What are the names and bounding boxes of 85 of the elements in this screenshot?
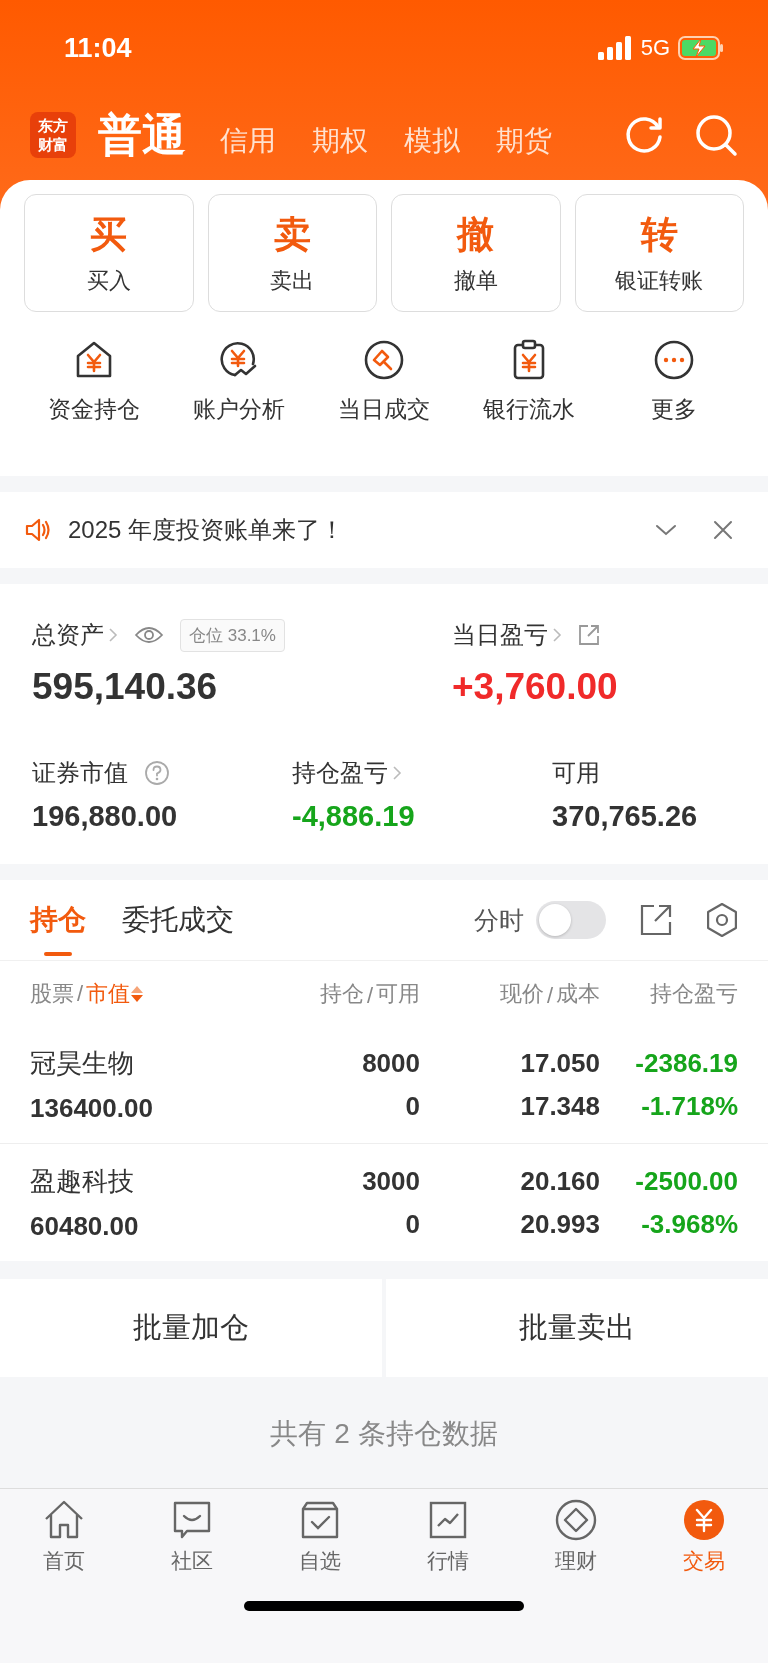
holdings-tab[interactable]: 持仓 xyxy=(30,880,86,960)
table-cell: -2386.19 xyxy=(635,1048,738,1079)
position-badge: 仓位 33.1% xyxy=(180,618,285,652)
tool-label[interactable]: 更多 xyxy=(651,394,697,425)
stock-name: 盈趣科技 xyxy=(30,1164,134,1198)
tool-label[interactable]: 资金持仓 xyxy=(48,394,140,425)
table-cell: -1.718% xyxy=(641,1091,738,1122)
home-icon[interactable] xyxy=(43,1499,85,1541)
search-icon[interactable] xyxy=(694,113,738,157)
action-button[interactable]: 撤 撤单 xyxy=(391,194,561,312)
metric-value: 370,765.26 xyxy=(552,800,698,833)
table-cell: 60480.00 xyxy=(30,1210,139,1242)
chevron-right-icon xyxy=(552,626,562,644)
metric-value: -4,886.19 xyxy=(292,800,416,833)
chevron-right-icon xyxy=(108,626,118,644)
diamond-circle-icon[interactable] xyxy=(555,1499,597,1541)
more-icon[interactable] xyxy=(652,338,696,382)
column-header[interactable]: 成本 xyxy=(556,979,600,1009)
checkbox-icon[interactable] xyxy=(299,1499,341,1541)
stock-name: 冠昊生物 xyxy=(30,1047,134,1080)
table-cell: 3000 xyxy=(362,1165,420,1197)
batch-button[interactable]: 批量卖出 xyxy=(386,1279,768,1377)
table-cell: 8000 xyxy=(362,1048,420,1079)
column-header[interactable]: 市值 xyxy=(86,979,131,1009)
table-cell: 17.050 xyxy=(520,1048,600,1079)
nav-tab[interactable]: 自选 xyxy=(299,1547,341,1575)
daily-pnl-label[interactable]: 当日盈亏 xyxy=(452,619,548,651)
signal-icon xyxy=(596,36,633,60)
table-cell: 20.993 xyxy=(520,1208,600,1240)
battery-icon xyxy=(678,36,724,60)
tool-label[interactable]: 当日成交 xyxy=(338,394,430,425)
sort-icon[interactable] xyxy=(130,984,145,1004)
close-icon[interactable] xyxy=(712,519,734,541)
action-button[interactable]: 卖 卖出 xyxy=(207,194,377,312)
total-assets-label[interactable]: 总资产 xyxy=(32,619,104,651)
gavel-icon[interactable] xyxy=(362,338,406,382)
intraday-toggle[interactable] xyxy=(536,901,606,939)
action-button[interactable]: 买 买入 xyxy=(24,194,194,312)
column-header[interactable]: 现价 xyxy=(499,979,544,1009)
share-icon[interactable] xyxy=(578,624,600,646)
metric-label: 可用 xyxy=(552,758,600,788)
nav-tab[interactable]: 理财 xyxy=(555,1547,597,1575)
app-logo: 东方财富 xyxy=(30,112,76,158)
table-cell: 136400.00 xyxy=(30,1093,153,1124)
table-cell: 17.348 xyxy=(520,1091,600,1122)
batch-button[interactable]: 批量加仓 xyxy=(0,1279,382,1377)
holdings-tab[interactable]: 委托成交 xyxy=(122,880,234,960)
speaker-icon xyxy=(24,516,52,544)
metric-label[interactable]: 持仓盈亏 xyxy=(292,757,388,789)
daily-pnl-value: +3,760.00 xyxy=(452,666,618,708)
settings-icon[interactable] xyxy=(704,902,740,938)
metric-value: 196,880.00 xyxy=(32,800,179,833)
chevron-right-icon xyxy=(392,764,402,782)
account-tab[interactable]: 普通 xyxy=(98,105,186,165)
table-cell: 0 xyxy=(405,1208,420,1240)
line-chart-icon[interactable] xyxy=(427,1499,469,1541)
eye-icon[interactable] xyxy=(134,625,164,645)
table-cell: -2500.00 xyxy=(635,1165,738,1197)
column-header[interactable]: 持仓 xyxy=(319,979,364,1009)
action-button[interactable]: 转 银证转账 xyxy=(574,194,744,312)
column-header[interactable]: 可用 xyxy=(376,979,420,1009)
separator: / xyxy=(366,983,373,1009)
nav-tab[interactable]: 行情 xyxy=(427,1547,469,1575)
intraday-label: 分时 xyxy=(474,904,524,936)
column-header[interactable]: 持仓盈亏 xyxy=(650,979,738,1009)
table-cell: 0 xyxy=(405,1091,420,1122)
nav-tab[interactable]: 社区 xyxy=(171,1547,213,1575)
summary-text: 共有 2 条持仓数据 xyxy=(270,1417,498,1451)
share-icon[interactable] xyxy=(640,904,672,936)
nav-tab[interactable]: 首页 xyxy=(43,1547,85,1575)
tool-label[interactable]: 银行流水 xyxy=(483,394,575,425)
chat-bubble-icon[interactable] xyxy=(171,1499,213,1541)
tool-label[interactable]: 账户分析 xyxy=(193,394,285,425)
table-cell: 20.160 xyxy=(520,1165,600,1197)
metric-label[interactable]: 证券市值 xyxy=(32,757,128,789)
nav-tab[interactable]: 交易 xyxy=(683,1547,725,1575)
separator: / xyxy=(77,981,84,1007)
column-header[interactable]: 股票 xyxy=(30,979,74,1009)
network-label: 5G xyxy=(640,35,670,61)
table-cell: -3.968% xyxy=(641,1208,738,1240)
announcement-text[interactable]: 2025 年度投资账单来了！ xyxy=(68,514,345,546)
clock: 11:04 xyxy=(64,32,132,64)
total-assets-value: 595,140.36 xyxy=(32,666,219,708)
yen-circle-icon[interactable] xyxy=(683,1499,725,1541)
separator: / xyxy=(546,983,553,1009)
